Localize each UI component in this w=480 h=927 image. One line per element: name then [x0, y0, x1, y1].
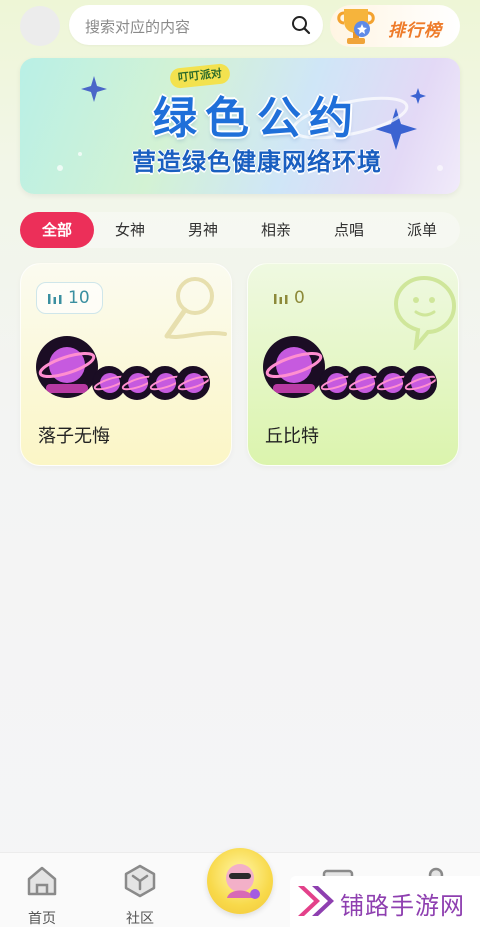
- category-tabs: 全部 女神 男神 相亲 点唱 派单: [20, 212, 460, 248]
- watermark: 铺路手游网: [290, 876, 480, 927]
- promo-banner[interactable]: 叮叮派对 绿色公约 营造绿色健康网络环境: [20, 58, 460, 194]
- tab-order[interactable]: 派单: [392, 212, 452, 248]
- tab-god[interactable]: 男神: [173, 212, 233, 248]
- center-party-button[interactable]: [207, 848, 273, 914]
- tab-all[interactable]: 全部: [20, 212, 94, 248]
- nav-community-label: 社区: [126, 911, 154, 927]
- tab-dating[interactable]: 相亲: [246, 212, 306, 248]
- host-avatar: [36, 336, 98, 398]
- tab-song-request[interactable]: 点唱: [319, 212, 379, 248]
- user-avatar[interactable]: [20, 6, 60, 46]
- host-avatar: [263, 336, 325, 398]
- nav-home[interactable]: 首页: [2, 853, 82, 927]
- online-count: 10: [36, 282, 103, 314]
- tab-goddess[interactable]: 女神: [100, 212, 160, 248]
- signal-bars-icon: [274, 294, 288, 304]
- online-count: 0: [263, 282, 317, 314]
- search-bar[interactable]: 搜索对应的内容: [69, 5, 323, 45]
- watermark-logo-icon: [298, 886, 334, 916]
- room-card[interactable]: 10 落子无悔: [20, 263, 232, 466]
- ranking-label: 排行榜: [388, 21, 442, 41]
- center-avatar-icon: [226, 864, 260, 899]
- ranking-button[interactable]: 排行榜: [330, 5, 460, 47]
- count-value: 0: [294, 288, 305, 308]
- trophy-icon: [337, 9, 375, 44]
- planet-icon: [265, 347, 323, 393]
- room-name: 落子无悔: [38, 426, 110, 447]
- room-card[interactable]: 0 丘比特: [247, 263, 459, 466]
- search-placeholder: 搜索对应的内容: [85, 18, 191, 36]
- seat-avatars: [263, 336, 453, 400]
- signal-bars-icon: [48, 294, 62, 304]
- banner-subtitle: 营造绿色健康网络环境: [132, 148, 382, 176]
- nav-community[interactable]: 社区: [100, 853, 180, 927]
- seat-avatars: [36, 336, 226, 400]
- seat-avatar: [176, 366, 210, 400]
- planet-icon: [38, 347, 96, 393]
- top-bar: 搜索对应的内容 排行榜: [0, 0, 480, 52]
- nav-home-label: 首页: [28, 911, 56, 927]
- community-icon: [124, 864, 156, 898]
- count-value: 10: [68, 288, 90, 308]
- room-name: 丘比特: [265, 426, 319, 447]
- search-icon[interactable]: [291, 15, 311, 35]
- home-icon: [27, 866, 57, 896]
- watermark-text: 铺路手游网: [340, 892, 465, 920]
- banner-title: 绿色公约: [153, 93, 361, 144]
- seat-avatar: [403, 366, 437, 400]
